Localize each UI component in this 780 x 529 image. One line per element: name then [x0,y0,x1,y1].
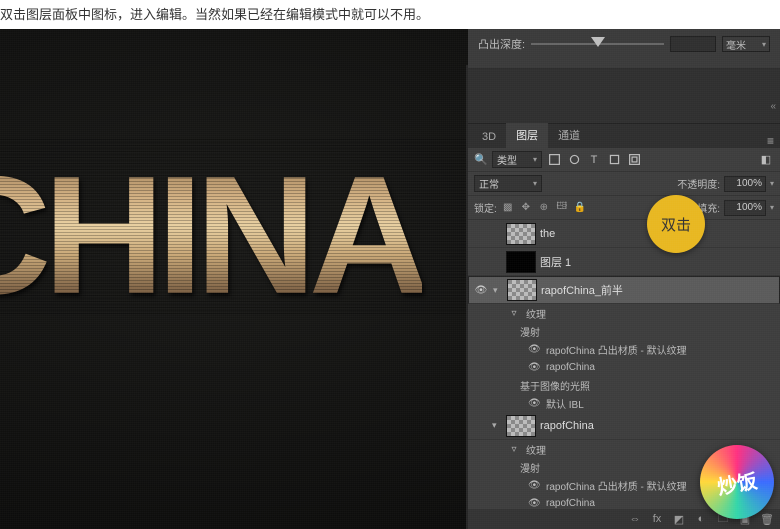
trash-icon[interactable]: 🗑 [760,512,774,526]
filter-adjust-icon[interactable] [566,152,582,168]
sub-texture-group[interactable]: ▿ 纹理 [468,304,780,322]
tab-channels[interactable]: 通道 [548,123,590,148]
opacity-label: 不透明度: [677,176,720,191]
panel-spacer: « [468,69,780,123]
diffuse-label: 漫射 [520,324,540,339]
extrude-depth-value[interactable] [670,36,716,52]
panel-collapse-icon[interactable]: « [770,101,776,112]
blend-mode-dropdown[interactable]: 正常▾ [474,175,542,192]
lock-position-icon[interactable]: ✥ [519,202,533,213]
filter-type-icon[interactable]: T [586,152,602,168]
visibility-icon[interactable]: 👁 [528,398,540,409]
ibl-label: 基于图像的光照 [520,378,590,393]
lock-label: 锁定: [474,200,497,215]
layer-name[interactable]: the [540,228,555,240]
ibl-name[interactable]: 默认 IBL [546,396,584,411]
link-layers-icon[interactable]: ⇔ [628,512,642,526]
texture-label: 纹理 [526,306,546,321]
visibility-icon[interactable]: 👁 [528,344,540,355]
layer-thumb-icon[interactable] [507,279,537,301]
sub-ibl-group: 基于图像的光照 [468,376,780,394]
layer-rapofchina[interactable]: ▾ rapofChina [468,412,780,440]
visibility-icon[interactable]: 👁 [528,362,540,373]
material-name[interactable]: rapofChina 凸出材质 - 默认纹理 [546,342,687,357]
lock-frame-icon[interactable]: 🖽 [555,199,569,216]
filter-pixel-icon[interactable] [546,152,562,168]
filter-shape-icon[interactable] [606,152,622,168]
sub-ibl-item[interactable]: 👁 默认 IBL [468,394,780,412]
layer-name[interactable]: rapofChina_前半 [541,282,623,298]
layer-thumb-icon[interactable] [506,251,536,273]
panel-menu-icon[interactable]: ≡ [761,134,780,148]
layer-the[interactable]: the [468,220,780,248]
instruction-caption: 双击图层面板中图标，进入编辑。当然如果已经在编辑模式中就可以不用。 [0,0,780,29]
extrude-depth-label: 凸出深度: [478,36,525,52]
fx-icon[interactable]: fx [650,512,664,526]
visibility-icon[interactable]: 👁 [473,285,489,296]
fill-dropdown-icon[interactable]: ▾ [770,203,774,212]
layer-rapofchina-front[interactable]: 👁 ▾ rapofChina_前半 [468,276,780,304]
opacity-value[interactable]: 100% [724,176,766,192]
visibility-icon[interactable]: 👁 [528,480,540,491]
fill-value[interactable]: 100% [724,200,766,216]
watermark-logo: 炒饭 [700,445,774,519]
tab-3d[interactable]: 3D [472,127,506,148]
layer-filter-row: 🔍 类型▾ T ◧ [468,148,780,172]
mask-icon[interactable]: ◩ [672,512,686,526]
tab-layers[interactable]: 图层 [506,123,548,148]
filter-smart-icon[interactable] [626,152,642,168]
sub-diffuse-group: 漫射 [468,322,780,340]
material-name[interactable]: rapofChina [546,362,595,373]
material-name[interactable]: rapofChina [546,498,595,509]
texture-label: 纹理 [526,442,546,457]
layer-name[interactable]: rapofChina [540,420,594,432]
photoshop-window: CHINA 凸出深度: 毫米▾ « 3D 图层 通道 ≡ 🔍 类型▾ T [0,29,780,529]
visibility-icon[interactable]: 👁 [528,498,540,509]
sub-material-item[interactable]: 👁 rapofChina [468,358,780,376]
layer-thumb-icon[interactable] [506,223,536,245]
panel-tabs: 3D 图层 通道 ≡ [468,124,780,148]
double-click-callout: 双击 [647,195,705,253]
extrude-depth-slider[interactable] [531,37,664,51]
layer-thumb-icon[interactable] [506,415,536,437]
layer-1[interactable]: 图层 1 [468,248,780,276]
blend-opacity-row: 正常▾ 不透明度: 100% ▾ [468,172,780,196]
adjustment-icon[interactable]: ◐ [694,512,708,526]
search-icon[interactable]: 🔍 [474,152,488,168]
opacity-dropdown-icon[interactable]: ▾ [770,179,774,188]
layer-name[interactable]: 图层 1 [540,254,571,270]
material-name[interactable]: rapofChina 凸出材质 - 默认纹理 [546,478,687,493]
extrude-depth-panel: 凸出深度: 毫米▾ [468,29,780,69]
collapse-icon[interactable]: ▿ [508,444,520,455]
collapse-icon[interactable]: ▾ [492,420,502,431]
filter-kind-dropdown[interactable]: 类型▾ [492,151,542,168]
diffuse-label: 漫射 [520,460,540,475]
lock-artboard-icon[interactable]: ⊕ [537,202,551,213]
collapse-icon[interactable]: ▿ [508,308,520,319]
lock-pixel-icon[interactable]: ▩ [501,202,515,213]
canvas-3d-text: CHINA [0,139,422,332]
collapse-icon[interactable]: ▾ [493,285,503,296]
lock-fill-row: 锁定: ▩ ✥ ⊕ 🖽 🔒 填充: 100% ▾ [468,196,780,220]
extrude-depth-unit-dropdown[interactable]: 毫米▾ [722,36,770,52]
filter-toggle-icon[interactable]: ◧ [758,152,774,168]
sub-material-item[interactable]: 👁 rapofChina 凸出材质 - 默认纹理 [468,340,780,358]
lock-all-icon[interactable]: 🔒 [573,202,587,213]
